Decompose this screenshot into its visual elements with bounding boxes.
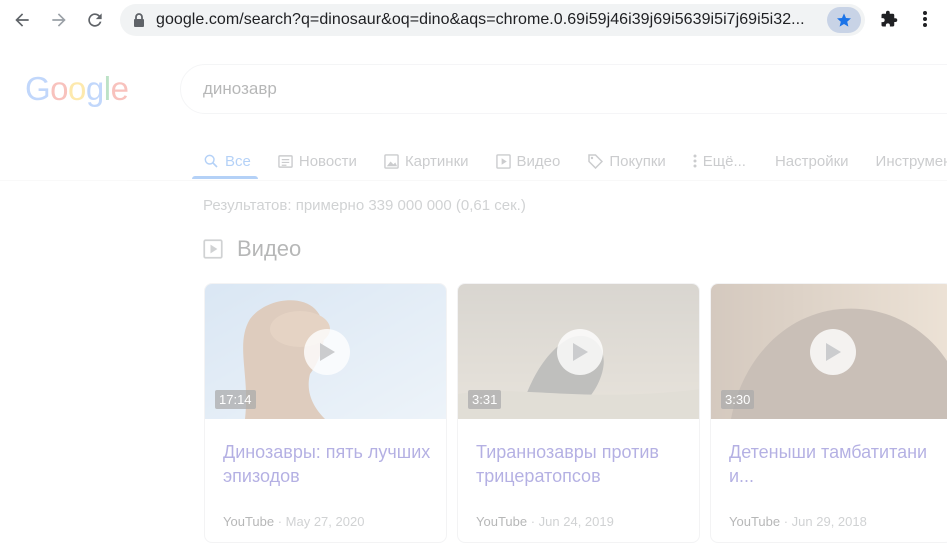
url-text: google.com/search?q=dinosaur&oq=dino&aqs… [156,11,805,28]
google-logo[interactable]: Google [25,70,129,108]
play-icon [826,343,841,361]
tab-news[interactable]: Новости [278,150,357,172]
tab-label: Все [225,152,251,170]
video-card[interactable]: 17:14 Динозавры: пять лучших эпизодов Yo… [204,283,447,543]
browser-menu-button[interactable] [912,6,938,32]
image-icon [384,153,399,169]
tab-settings[interactable]: Настройки [775,150,849,172]
tab-all[interactable]: Все [203,150,251,172]
search-box[interactable] [180,64,947,114]
arrow-left-icon [15,13,29,27]
video-meta: YouTube · Jun 29, 2018 [729,514,867,529]
tab-shopping[interactable]: Покупки [587,150,666,172]
tab-label: Ещё... [702,152,746,170]
logo-letter: l [103,70,111,107]
more-vert-icon [923,11,927,27]
browser-toolbar: google.com/search?q=dinosaur&oq=dino&aqs… [0,0,947,42]
forward-button[interactable] [43,4,75,36]
video-card[interactable]: 3:31 Тираннозавры против трицератопсов Y… [457,283,700,543]
video-date: Jun 24, 2019 [538,514,614,529]
tab-label: Покупки [609,152,666,170]
video-icon [495,153,511,169]
search-tabs: Все Новости Картинки Видео Покупки Ещё..… [203,142,947,180]
video-meta: YouTube · May 27, 2020 [223,514,365,529]
tab-label: Видео [516,152,561,170]
video-source: YouTube [729,514,781,529]
extensions-button[interactable] [876,6,902,32]
reload-icon [88,13,102,27]
news-icon [278,154,293,168]
tab-videos[interactable]: Видео [495,150,561,172]
tab-label: Новости [298,152,357,170]
tab-label: Картинки [404,152,469,170]
video-thumbnail[interactable]: 3:30 [711,284,947,419]
logo-letter: o [50,70,69,107]
logo-letter: g [85,70,104,107]
reload-button[interactable] [79,4,111,36]
logo-letter: G [25,70,51,107]
video-duration: 3:30 [721,390,755,409]
video-title[interactable]: Динозавры: пять лучших эпизодов [223,440,433,488]
play-button[interactable] [810,329,856,375]
video-title[interactable]: Детеныши тамбатитани и... [729,440,939,488]
video-date: Jun 29, 2018 [791,514,867,529]
video-section-title: Видео [237,236,302,261]
logo-letter: o [68,70,86,107]
video-meta: YouTube · Jun 24, 2019 [476,514,614,529]
bookmark-button[interactable] [827,7,861,33]
back-button[interactable] [6,4,38,36]
search-icon [204,154,218,168]
tab-label: Настройки [774,152,849,170]
tab-images[interactable]: Картинки [384,150,469,172]
tab-label: Инструменты [875,152,947,170]
tab-tools[interactable]: Инструменты [876,150,947,172]
video-source: YouTube [476,514,528,529]
more-vert-icon [693,154,697,168]
video-title[interactable]: Тираннозавры против трицератопсов [476,440,686,488]
play-button[interactable] [557,329,603,375]
play-icon [320,343,335,361]
video-source: YouTube [223,514,275,529]
tag-icon [588,154,604,169]
video-section-header: Видео [203,236,301,262]
address-bar[interactable]: google.com/search?q=dinosaur&oq=dino&aqs… [120,4,865,36]
video-thumbnail[interactable]: 17:14 [205,284,446,419]
logo-letter: e [110,70,129,107]
tabs-divider [0,180,947,181]
lock-icon [134,13,144,27]
result-stats: Результатов: примерно 339 000 000 (0,61 … [203,197,526,214]
video-duration: 3:31 [468,390,502,409]
play-icon [573,343,588,361]
active-tab-indicator [192,176,258,179]
arrow-right-icon [52,13,66,27]
video-card[interactable]: 3:30 Детеныши тамбатитани и... YouTube ·… [710,283,947,543]
search-results-page: Google Все Новости Картинки Видео Покупк… [0,42,947,543]
video-icon [203,239,223,259]
puzzle-icon [881,10,898,27]
play-button[interactable] [304,329,350,375]
video-date: May 27, 2020 [285,514,365,529]
search-input[interactable] [203,79,803,99]
star-icon [837,13,851,27]
video-thumbnail[interactable]: 3:31 [458,284,699,419]
video-duration: 17:14 [215,390,256,409]
tab-more[interactable]: Ещё... [693,150,746,172]
